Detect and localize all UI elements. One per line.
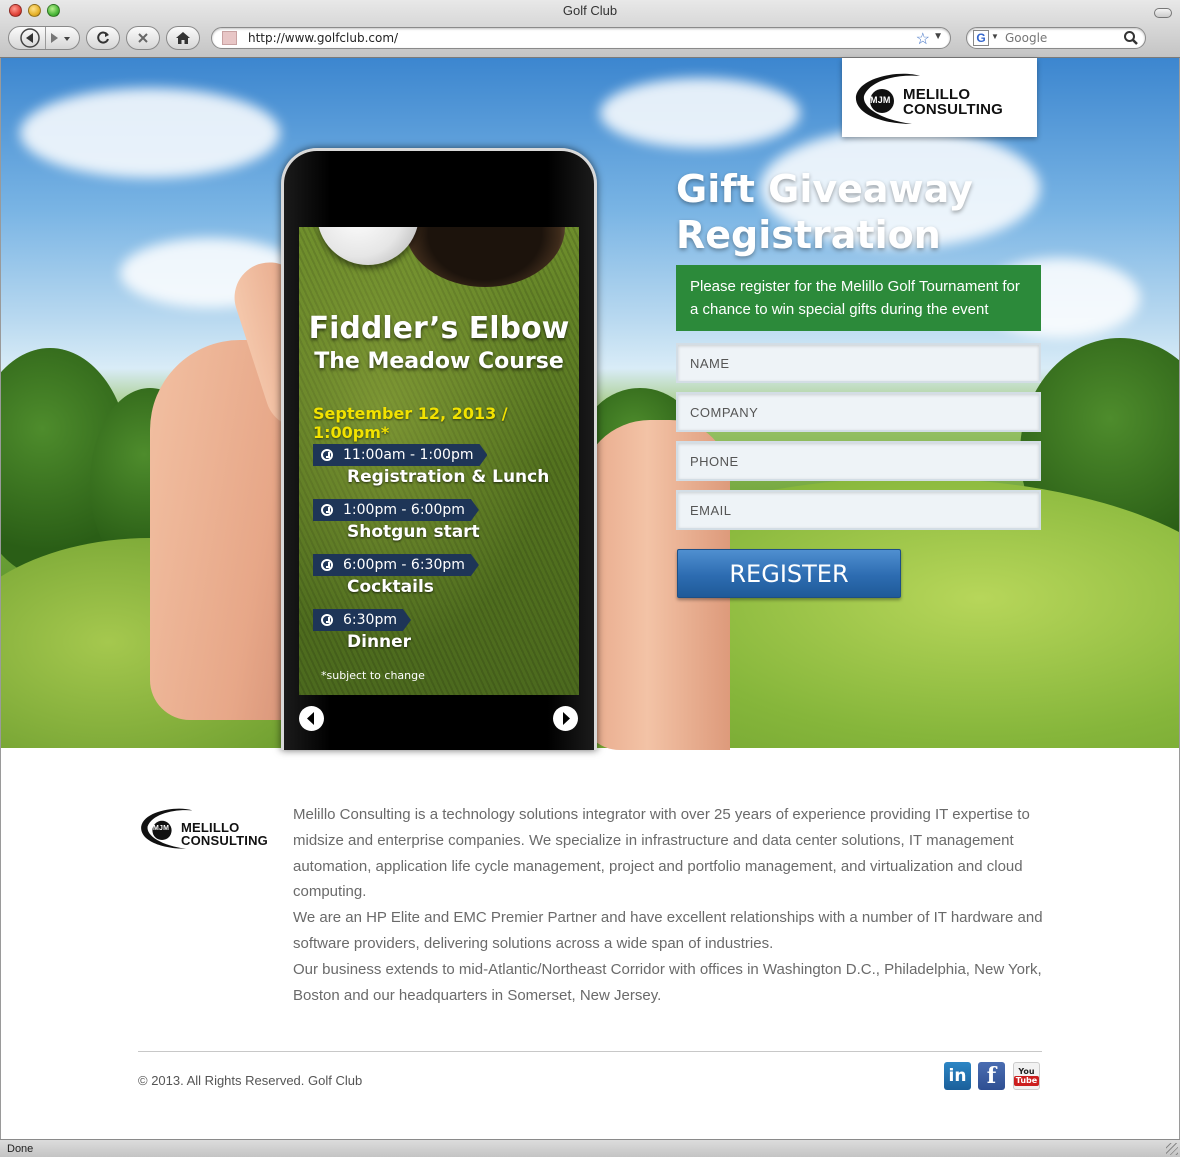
schedule-time: 11:00am - 1:00pm	[343, 447, 474, 463]
back-icon[interactable]	[17, 28, 43, 48]
youtube-tube-text: Tube	[1013, 1075, 1040, 1086]
email-field[interactable]	[676, 490, 1041, 530]
schedule-item: 1:00pm - 6:00pm Shotgun start	[313, 499, 480, 542]
schedule-item: 6:30pm Dinner	[313, 609, 411, 652]
window-border-left	[0, 58, 1, 1139]
schedule-time: 1:00pm - 6:00pm	[343, 502, 465, 518]
clock-icon	[321, 504, 333, 516]
header-logo[interactable]: MJM MELILLO CONSULTING	[842, 58, 1037, 137]
phone-screen: Fiddler’s Elbow The Meadow Course Septem…	[299, 227, 579, 695]
about-text: Melillo Consulting is a technology solut…	[293, 802, 1043, 1008]
footer-divider	[138, 1051, 1042, 1052]
address-bar[interactable]: http://www.golfclub.com/ ☆ ▼	[211, 27, 951, 49]
schedule-time: 6:00pm - 6:30pm	[343, 557, 465, 573]
clock-icon	[321, 559, 333, 571]
browser-toolbar: Golf Club http://www.golfclub.com/ ☆ ▼ G…	[0, 0, 1180, 58]
status-bar: Done	[0, 1139, 1180, 1157]
course-subtitle: The Meadow Course	[314, 349, 564, 374]
about-paragraph: We are an HP Elite and EMC Premier Partn…	[293, 909, 1043, 952]
site-favicon	[222, 31, 237, 45]
name-field[interactable]	[676, 343, 1041, 383]
stop-button[interactable]	[126, 26, 160, 50]
prev-arrow-icon[interactable]	[299, 706, 324, 731]
schedule-label: Cocktails	[347, 577, 434, 597]
resize-handle[interactable]	[1166, 1143, 1178, 1155]
schedule-label: Shotgun start	[347, 522, 480, 542]
phone-field[interactable]	[676, 441, 1041, 481]
schedule-item: 11:00am - 1:00pm Registration & Lunch	[313, 444, 549, 487]
url-text[interactable]: http://www.golfclub.com/	[248, 31, 398, 45]
youtube-you-text: You	[1018, 1066, 1035, 1076]
logo-line1: MELILLO	[903, 86, 971, 103]
schedule-item: 6:00pm - 6:30pm Cocktails	[313, 554, 479, 597]
schedule-label: Registration & Lunch	[347, 467, 550, 487]
registration-intro: Please register for the Melillo Golf Tou…	[676, 265, 1041, 331]
heading-line1: Gift Giveaway	[676, 167, 973, 211]
copyright-text: © 2013. All Rights Reserved. Golf Club	[138, 1073, 363, 1088]
reload-icon	[97, 31, 109, 44]
youtube-icon[interactable]: You Tube	[1013, 1062, 1040, 1090]
about-logo: MJM MELILLO CONSULTING	[138, 800, 278, 856]
reload-button[interactable]	[86, 26, 120, 50]
logo-mark-text: MJM	[870, 95, 891, 105]
back-forward-buttons	[8, 26, 80, 50]
golf-hole	[405, 227, 565, 287]
register-button[interactable]: REGISTER	[677, 549, 901, 598]
event-date: September 12, 2013 / 1:00pm*	[313, 404, 508, 442]
schedule-note: *subject to change	[321, 669, 425, 682]
status-text: Done	[7, 1143, 34, 1155]
next-arrow-icon[interactable]	[553, 706, 578, 731]
bookmark-star-icon[interactable]: ☆	[916, 29, 930, 49]
forward-icon[interactable]	[48, 28, 62, 48]
search-icon[interactable]	[1123, 30, 1139, 46]
heading-line2: Registration	[676, 213, 941, 257]
search-input[interactable]	[1005, 31, 1115, 45]
search-engine-icon[interactable]: G	[973, 30, 989, 46]
url-dropdown-icon[interactable]: ▼	[933, 31, 943, 42]
clock-icon	[321, 449, 333, 461]
home-icon	[176, 32, 190, 44]
search-box: G ▼	[966, 27, 1146, 49]
schedule-label: Dinner	[347, 632, 412, 652]
search-engine-dropdown-icon[interactable]: ▼	[991, 32, 999, 41]
facebook-icon[interactable]: f	[978, 1062, 1005, 1090]
logo-line2: CONSULTING	[181, 833, 268, 848]
logo-mark-text: MJM	[153, 825, 170, 832]
about-paragraph: Melillo Consulting is a technology solut…	[293, 806, 1030, 901]
clock-icon	[321, 614, 333, 626]
schedule-time: 6:30pm	[343, 612, 397, 628]
golf-ball	[317, 227, 419, 265]
logo-line2: CONSULTING	[903, 101, 1004, 118]
home-button[interactable]	[166, 26, 200, 50]
about-paragraph: Our business extends to mid-Atlantic/Nor…	[293, 960, 1042, 1004]
toolbar-toggle-button[interactable]	[1154, 8, 1172, 18]
history-dropdown-icon[interactable]	[62, 28, 72, 48]
window-title: Golf Club	[562, 3, 618, 18]
linkedin-icon[interactable]: in	[944, 1062, 971, 1090]
company-field[interactable]	[676, 392, 1041, 432]
course-title: Fiddler’s Elbow	[308, 311, 570, 346]
stop-icon	[138, 33, 148, 43]
registration-heading: Gift Giveaway Registration	[676, 166, 973, 258]
